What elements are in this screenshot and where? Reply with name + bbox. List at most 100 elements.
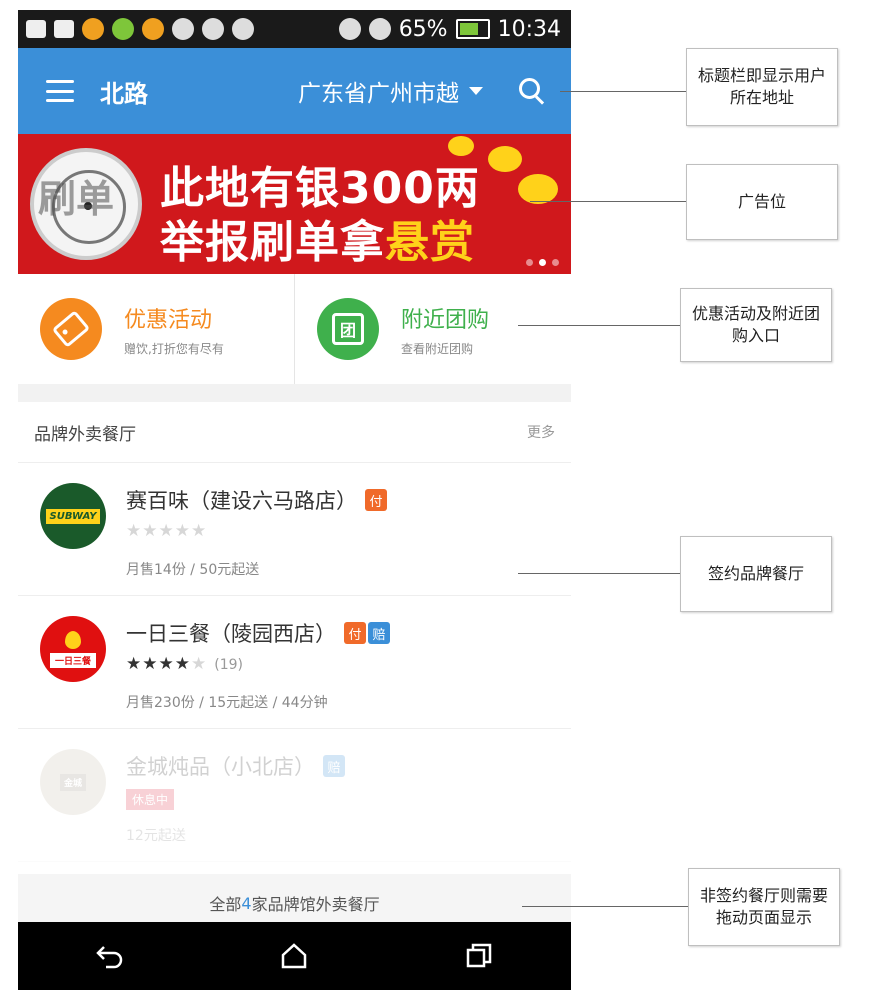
rating-count: (19) (214, 656, 243, 673)
search-icon[interactable] (519, 78, 545, 104)
battery-icon (455, 19, 490, 39)
star-icon: ★ (142, 521, 158, 541)
annotation-leader (530, 201, 686, 202)
tag-icon (40, 298, 102, 360)
carousel-dot-active[interactable] (539, 259, 546, 266)
pay-badge: 付 (365, 489, 387, 511)
app-icon (112, 18, 134, 40)
compensation-badge: 赔 (323, 755, 345, 777)
annotation-leader (518, 573, 680, 574)
footer-prefix: 全部 (209, 895, 242, 914)
restaurant-logo-text: SUBWAY (45, 508, 101, 524)
menu-icon[interactable] (46, 80, 74, 102)
list-header: 品牌外卖餐厅 更多 (18, 402, 571, 463)
promotions-entry[interactable]: 优惠活动 赠饮,打折您有尽有 (18, 274, 295, 384)
location-text: 广东省广州市越 (298, 81, 459, 107)
restaurant-row[interactable]: SUBWAY 赛百味（建设六马路店） 付 ★ ★ ★ ★ ★ 月售14份 / 50元起送 (18, 463, 571, 596)
ad-banner[interactable]: 刷单 此地有银300两 举报刷单拿悬赏 (18, 134, 571, 274)
star-icon: ★ (174, 654, 190, 674)
promotions-subtitle: 赠饮,打折您有尽有 (124, 341, 224, 356)
star-icon: ★ (126, 521, 142, 541)
entry-section: 优惠活动 赠饮,打折您有尽有 团 附近团购 查看附近团购 (18, 274, 571, 384)
clock: 10:34 (497, 16, 561, 42)
footer-suffix: 家品牌馆外卖餐厅 (251, 895, 380, 914)
restaurant-meta: 12元起送 (126, 828, 186, 844)
restaurant-meta: 月售230份 / 15元起送 / 44分钟 (126, 695, 328, 711)
group-buy-title: 附近团购 (401, 307, 490, 333)
home-button[interactable] (276, 938, 312, 974)
bird-icon (142, 18, 164, 40)
lantern-icon (448, 136, 474, 156)
banner-logo-text: 刷单 (38, 176, 115, 221)
annotation-leader (518, 325, 680, 326)
annotation-title-bar: 标题栏即显示用户所在地址 (686, 48, 838, 126)
notification-icon (26, 20, 46, 38)
banner-subline-highlight: 悬赏 (385, 217, 475, 268)
battery-percent: 65% (398, 16, 448, 42)
android-nav-bar (18, 922, 571, 990)
lantern-icon (488, 146, 522, 172)
annotation-non-signed: 非签约餐厅则需要拖动页面显示 (688, 868, 840, 946)
restaurant-row[interactable]: 金城 金城炖品（小北店） 赔 休息中 12元起送 (18, 729, 571, 862)
restaurant-name: 一日三餐（陵园西店） (126, 622, 336, 646)
pay-badge: 付 (344, 622, 366, 644)
restaurant-logo: 一日三餐 (40, 616, 106, 682)
group-buy-entry[interactable]: 团 附近团购 查看附近团购 (295, 274, 571, 384)
annotation-leader (560, 91, 686, 92)
recents-button[interactable] (461, 938, 497, 974)
carousel-dot[interactable] (526, 259, 533, 266)
carousel-dot[interactable] (552, 259, 559, 266)
annotation-ad-slot: 广告位 (686, 164, 838, 240)
group-buy-subtitle: 查看附近团购 (401, 341, 474, 356)
carousel-dots[interactable] (526, 259, 559, 266)
annotation-leader (522, 906, 688, 907)
home-icon (282, 943, 307, 969)
restaurant-meta: 月售14份 / 50元起送 (126, 562, 260, 578)
title-bar: 北路 广东省广州市越 (18, 48, 571, 134)
signal-icon (368, 18, 391, 40)
banner-subline-main: 举报刷单拿 (160, 217, 385, 268)
location-selector[interactable]: 广东省广州市越 (298, 74, 483, 108)
usb-icon (172, 18, 194, 40)
restaurant-name: 赛百味（建设六马路店） (126, 489, 357, 513)
restaurant-logo-text: 一日三餐 (49, 652, 96, 668)
app-icon (82, 18, 104, 40)
chevron-down-icon (469, 87, 483, 95)
star-icon: ★ (191, 521, 207, 541)
app-title: 北路 (100, 79, 148, 108)
flame-icon (65, 630, 81, 649)
annotation-brand: 签约品牌餐厅 (680, 536, 832, 612)
star-rating: ★ ★ ★ ★ ★ (126, 656, 206, 673)
recents-icon (466, 943, 492, 968)
star-icon: ★ (158, 654, 174, 674)
restaurant-logo: 金城 (40, 749, 106, 815)
restaurant-name: 金城炖品（小北店） (126, 755, 315, 779)
wifi-icon (338, 18, 361, 40)
star-rating: ★ ★ ★ ★ ★ (126, 523, 206, 540)
phone-screen: 65% 10:34 北路 广东省广州市越 刷单 此地有银300两 举报刷单拿悬赏 (18, 10, 571, 990)
star-icon: ★ (126, 654, 142, 674)
more-link[interactable]: 更多 (527, 422, 555, 442)
banner-subline: 举报刷单拿悬赏 (160, 206, 475, 270)
star-icon: ★ (174, 521, 190, 541)
status-bar: 65% 10:34 (18, 10, 571, 48)
lantern-icon (518, 174, 558, 204)
closed-tag: 休息中 (126, 789, 175, 810)
star-icon: ★ (158, 521, 174, 541)
footer-count: 4 (241, 893, 252, 913)
promotions-title: 优惠活动 (124, 307, 213, 333)
star-icon: ★ (191, 654, 207, 674)
star-icon: ★ (142, 654, 158, 674)
group-buy-icon: 团 (317, 298, 379, 360)
list-title: 品牌外卖餐厅 (34, 424, 136, 445)
annotation-entries: 优惠活动及附近团购入口 (680, 288, 832, 362)
headset-icon (202, 18, 224, 40)
back-icon (96, 946, 123, 969)
brand-restaurant-list: 品牌外卖餐厅 更多 SUBWAY 赛百味（建设六马路店） 付 ★ ★ ★ ★ ★ 月售1… (18, 402, 571, 932)
restaurant-logo: SUBWAY (40, 483, 106, 549)
status-right: 65% 10:34 (338, 16, 571, 42)
back-button[interactable] (92, 938, 128, 974)
restaurant-logo-text: 金城 (59, 773, 86, 791)
sync-icon (232, 18, 254, 40)
restaurant-row[interactable]: 一日三餐 一日三餐（陵园西店） 付 赔 ★ ★ ★ ★ ★ (19) 月售230份 / … (18, 596, 571, 729)
